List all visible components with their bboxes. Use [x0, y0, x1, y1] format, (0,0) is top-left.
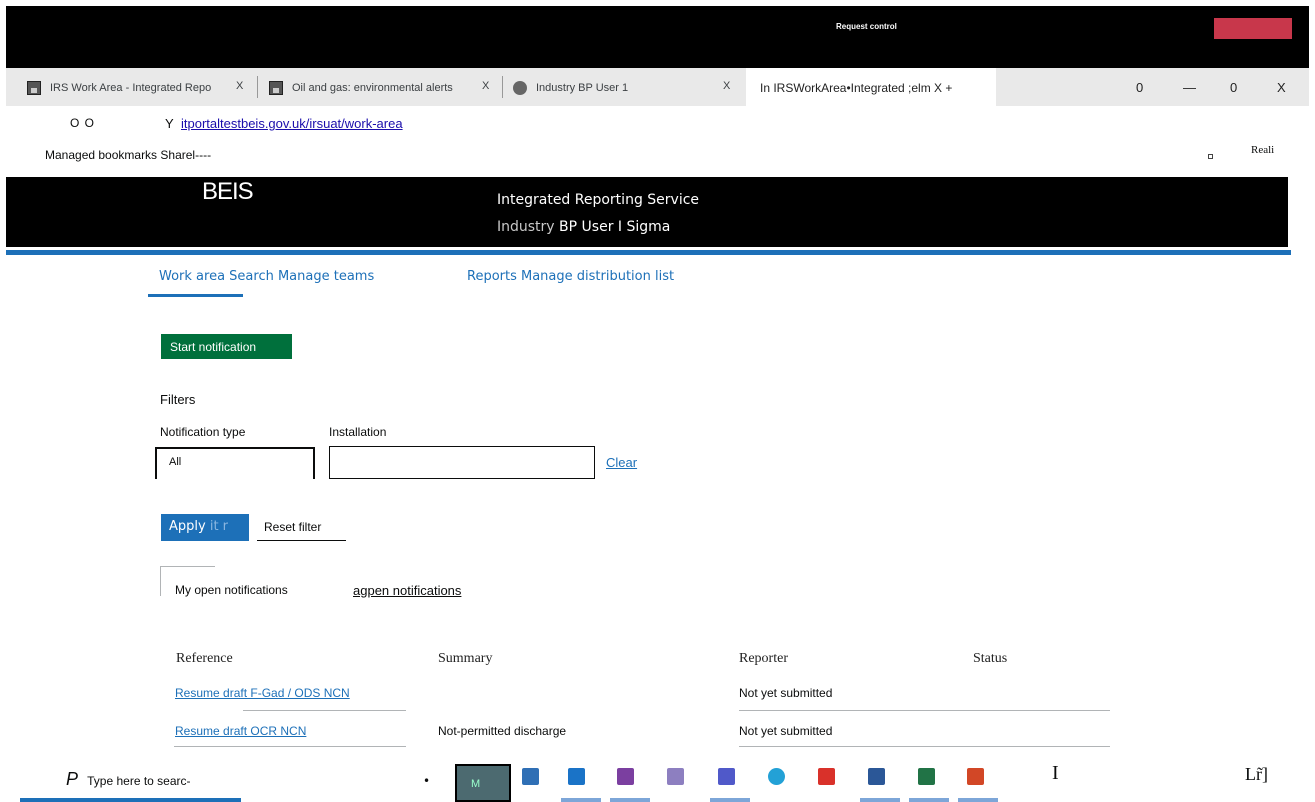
active-nav-indicator — [148, 294, 243, 297]
tab-oil-gas[interactable]: Oil and gas: environmental alerts — [269, 70, 453, 106]
system-tray-icon[interactable]: Lr̃] — [1245, 764, 1268, 785]
search-icon: P — [66, 769, 79, 789]
favicon-icon — [27, 81, 41, 95]
onenote-icon[interactable] — [617, 768, 634, 785]
column-header-reference: Reference — [176, 651, 233, 666]
active-tab-label: In IRSWorkArea•Integrated ;elm X + — [760, 81, 953, 95]
signed-in-user: Industry BP User I Sigma — [497, 219, 670, 235]
service-name[interactable]: Integrated Reporting Service — [497, 192, 699, 208]
bookmark-folder-icon[interactable] — [1208, 154, 1213, 159]
installation-input[interactable] — [329, 446, 595, 479]
nav-work-area-search-teams[interactable]: Work area Search Manage teams — [159, 269, 374, 284]
snipping-tool-icon[interactable] — [667, 768, 684, 785]
file-explorer-icon[interactable] — [522, 768, 539, 785]
row-divider — [174, 746, 406, 747]
user-role: Industry — [497, 219, 555, 235]
column-header-status: Status — [973, 651, 1008, 666]
nav-reports-distribution[interactable]: Reports Manage distribution list — [467, 269, 674, 284]
text-cursor-icon: I — [1052, 762, 1059, 784]
table-row-summary: Not-permitted discharge — [438, 724, 567, 738]
apply-filter-button[interactable]: Apply it r — [161, 514, 249, 541]
user-name: BP User I Sigma — [559, 219, 671, 235]
taskbar-search-text: Type here to searc- — [87, 774, 191, 788]
acrobat-icon[interactable] — [818, 768, 835, 785]
site-info-icon[interactable]: Y — [165, 116, 174, 131]
taskbar-search-underline — [20, 798, 241, 802]
table-row-reporter: Not yet submitted — [739, 724, 833, 738]
column-header-summary: Summary — [438, 651, 493, 666]
table-row-reporter: Not yet submitted — [739, 686, 833, 700]
table-row-reference-link[interactable]: Resume draft OCR NCN — [175, 724, 306, 738]
tab-label: Oil and gas: environmental alerts — [292, 82, 453, 94]
request-control-label[interactable]: Request control — [836, 22, 897, 31]
tab-irs-work-area[interactable]: IRS Work Area - Integrated Repo — [27, 70, 211, 106]
tab-label: Industry BP User 1 — [536, 82, 629, 94]
column-header-reporter: Reporter — [739, 651, 788, 666]
running-indicator — [909, 798, 949, 802]
beis-logo[interactable]: BEIS — [202, 178, 254, 206]
site-header — [6, 177, 1288, 247]
tab-industry-user[interactable]: Industry BP User 1 — [513, 70, 628, 106]
screen-share-bar — [6, 6, 1309, 68]
header-rule — [6, 250, 1291, 255]
row-divider — [739, 746, 1110, 747]
clear-link[interactable]: Clear — [606, 455, 637, 470]
running-indicator — [610, 798, 650, 802]
tab-divider — [257, 76, 258, 98]
bookmarks-bar[interactable]: Managed bookmarks Sharel---- — [45, 148, 211, 162]
running-indicator — [860, 798, 900, 802]
excel-icon[interactable] — [918, 768, 935, 785]
window-control-icon[interactable]: 0 — [1136, 80, 1143, 95]
notification-type-label: Notification type — [160, 425, 246, 439]
url-field[interactable]: itportaltestbeis.gov.uk/irsuat/work-area — [181, 116, 403, 131]
tab-close-icon[interactable]: X — [482, 80, 489, 92]
running-indicator — [561, 798, 601, 802]
back-forward-buttons[interactable]: O O — [70, 116, 95, 130]
row-divider — [243, 710, 406, 711]
row-divider — [739, 710, 1110, 711]
notification-type-select[interactable]: All — [155, 447, 315, 479]
task-view-icon[interactable]: • — [423, 774, 430, 788]
tab-close-icon[interactable]: X — [236, 80, 243, 92]
favicon-icon — [269, 81, 283, 95]
installation-label: Installation — [329, 425, 387, 439]
apply-label: Apply — [169, 519, 206, 534]
start-notification-button[interactable]: Start notification — [161, 334, 292, 359]
reset-filter-button[interactable]: Reset filter — [257, 514, 346, 541]
running-indicator — [710, 798, 750, 802]
tab-my-open-notifications[interactable]: My open notifications — [175, 583, 288, 597]
filters-heading: Filters — [160, 392, 196, 407]
maximize-icon[interactable]: 0 — [1230, 80, 1237, 95]
taskbar-app-m[interactable]: M — [455, 764, 511, 802]
stop-sharing-button[interactable] — [1214, 18, 1292, 39]
taskbar-search[interactable]: P Type here to searc- — [66, 769, 191, 790]
apply-label-suffix: it r — [209, 519, 229, 534]
teams-icon[interactable] — [718, 768, 735, 785]
running-indicator — [958, 798, 998, 802]
tab-close-icon[interactable]: X — [723, 80, 730, 92]
powerpoint-icon[interactable] — [967, 768, 984, 785]
tab-label: IRS Work Area - Integrated Repo — [50, 82, 212, 94]
reading-list-icon[interactable]: Reali — [1251, 144, 1274, 156]
close-window-icon[interactable]: X — [1277, 80, 1286, 95]
table-row-reference-link[interactable]: Resume draft F-Gad / ODS NCN — [175, 686, 350, 700]
minimize-icon[interactable]: — — [1183, 80, 1196, 95]
outlook-icon[interactable] — [568, 768, 585, 785]
tab-divider — [502, 76, 503, 98]
tab-all-open-notifications[interactable]: agpen notifications — [353, 583, 461, 598]
globe-icon — [513, 81, 527, 95]
word-icon[interactable] — [868, 768, 885, 785]
edge-icon[interactable] — [768, 768, 785, 785]
